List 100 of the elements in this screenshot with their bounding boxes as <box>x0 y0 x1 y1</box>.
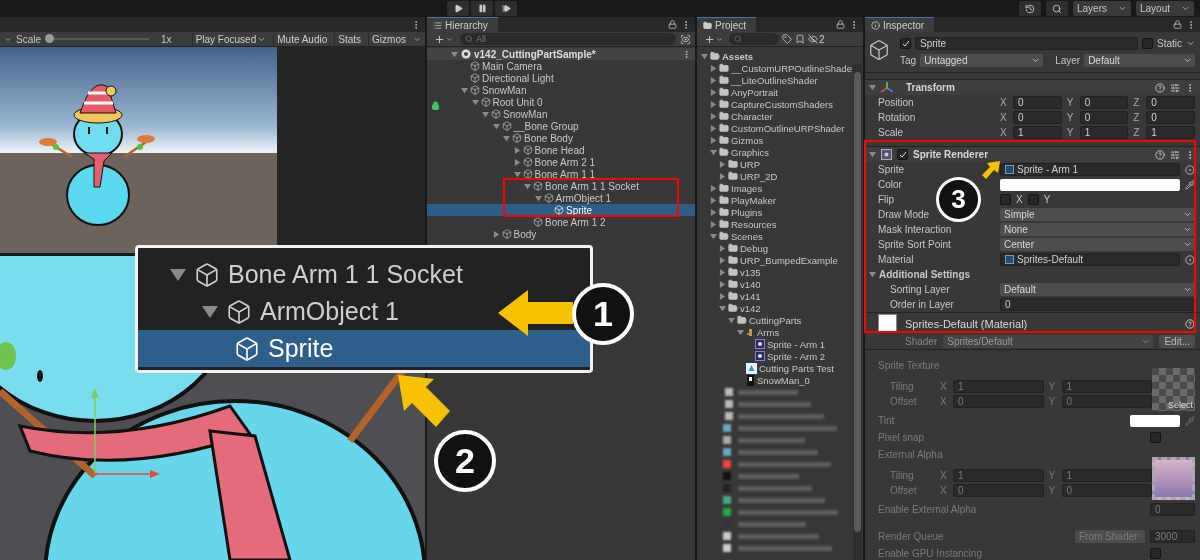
triangle-down-icon[interactable] <box>451 50 458 58</box>
tree-item[interactable]: Directional Light <box>427 72 695 84</box>
triangle-down-icon[interactable] <box>513 170 521 178</box>
triangle-down-icon[interactable] <box>710 232 717 240</box>
checkbox[interactable] <box>897 149 908 160</box>
asset-item[interactable]: CaptureCustomShaders <box>697 98 863 110</box>
play-mode-dropdown[interactable]: Play Focused <box>191 32 270 46</box>
triangle-down-icon[interactable] <box>728 316 735 324</box>
triangle-down-icon[interactable] <box>869 84 876 91</box>
asset-item[interactable]: v141 <box>697 290 863 302</box>
triangle-right-icon[interactable] <box>710 76 717 84</box>
triangle-right-icon[interactable] <box>710 64 717 72</box>
asset-item[interactable]: Scenes <box>697 230 863 242</box>
triangle-right-icon[interactable] <box>719 244 726 252</box>
search-button[interactable] <box>1046 1 1068 16</box>
lock-icon[interactable] <box>836 20 845 29</box>
triangle-down-icon[interactable] <box>710 148 717 156</box>
number-field[interactable]: 0 <box>1079 96 1129 109</box>
triangle-down-icon[interactable] <box>471 98 479 106</box>
asset-item[interactable]: v142 <box>697 302 863 314</box>
asset-item[interactable]: v135 <box>697 266 863 278</box>
triangle-down-icon[interactable] <box>170 266 186 283</box>
triangle-right-icon[interactable] <box>710 196 717 204</box>
help-icon[interactable] <box>1185 318 1195 329</box>
tree-item[interactable]: ArmObject 1 <box>138 293 407 330</box>
asset-item[interactable]: Sprite - Arm 2 <box>697 350 863 362</box>
scene-visibility-icon[interactable] <box>680 33 691 45</box>
name-field[interactable]: Sprite <box>915 37 1138 50</box>
texture-thumbnail[interactable] <box>1152 457 1195 500</box>
asset-item[interactable]: AnyPortrait <box>697 86 863 98</box>
triangle-right-icon[interactable] <box>513 158 521 166</box>
pause-button[interactable] <box>471 1 493 16</box>
asset-item[interactable]: PlayMaker <box>697 194 863 206</box>
asset-item[interactable]: Arms <box>697 326 863 338</box>
tree-item[interactable]: Bone Arm 1 2 <box>427 216 695 228</box>
asset-item[interactable]: v140 <box>697 278 863 290</box>
play-button[interactable] <box>447 1 469 16</box>
triangle-right-icon[interactable] <box>719 172 726 180</box>
asset-item[interactable]: URP_BumpedExample <box>697 254 863 266</box>
asset-item[interactable]: __LiteOutlineShader <box>697 74 863 86</box>
triangle-right-icon[interactable] <box>492 230 500 238</box>
slider-thumb[interactable] <box>45 34 55 43</box>
triangle-right-icon[interactable] <box>719 256 726 264</box>
hidden-packages-button[interactable]: 2 <box>808 32 825 46</box>
lock-icon[interactable] <box>1173 20 1182 29</box>
tree-item[interactable]: Bone Head <box>427 144 695 156</box>
inspector-tab[interactable]: Inspector <box>865 17 935 32</box>
tree-item[interactable]: Sprite <box>138 330 590 367</box>
tag-icon[interactable] <box>782 34 792 44</box>
triangle-right-icon[interactable] <box>710 208 717 216</box>
tree-item[interactable]: Bone Arm 1 1 Socket <box>427 180 695 192</box>
number-field[interactable]: 0 <box>1013 96 1062 109</box>
object-picker-icon[interactable] <box>1185 164 1195 175</box>
number-field[interactable]: 0 <box>1000 298 1195 311</box>
asset-item[interactable]: Graphics <box>697 146 863 158</box>
component-header[interactable]: Sprite Renderer <box>865 146 1200 162</box>
triangle-right-icon[interactable] <box>710 124 717 132</box>
object-field[interactable]: Sprites-Default <box>1000 253 1180 266</box>
triangle-down-icon[interactable] <box>869 151 876 158</box>
lock-icon[interactable] <box>668 20 677 29</box>
asset-item[interactable]: SnowMan_0 <box>697 374 863 386</box>
triangle-down-icon[interactable] <box>534 194 542 202</box>
asset-item[interactable]: Character <box>697 110 863 122</box>
component-header[interactable]: Transform <box>865 79 1200 95</box>
scrollbar[interactable] <box>853 64 862 560</box>
tree-item[interactable]: Main Camera <box>427 60 695 72</box>
checkbox[interactable] <box>1027 194 1039 205</box>
presets-icon[interactable] <box>1170 149 1180 160</box>
asset-item[interactable]: Sprite - Arm 1 <box>697 338 863 350</box>
number-field[interactable]: 0 <box>1013 111 1062 124</box>
checkbox[interactable] <box>900 38 911 49</box>
toolbar-button[interactable]: Mute Audio <box>273 32 331 46</box>
triangle-down-icon[interactable] <box>869 271 876 278</box>
triangle-right-icon[interactable] <box>719 160 726 168</box>
tree-item[interactable]: Bone Arm 1 1 <box>427 168 695 180</box>
triangle-down-icon[interactable] <box>719 304 726 312</box>
presets-icon[interactable] <box>1170 82 1180 93</box>
triangle-down-icon[interactable] <box>737 328 744 336</box>
tree-item[interactable]: Bone Arm 2 1 <box>427 156 695 168</box>
triangle-down-icon[interactable] <box>701 52 708 60</box>
triangle-down-icon[interactable] <box>524 182 531 190</box>
tree-item[interactable]: Sprite <box>427 204 695 216</box>
asset-item[interactable]: CuttingParts <box>697 314 863 326</box>
triangle-right-icon[interactable] <box>710 112 717 120</box>
number-field[interactable]: 1 <box>1146 126 1195 139</box>
triangle-down-icon[interactable] <box>461 86 468 94</box>
toolbar-button[interactable]: Gizmos <box>368 32 409 46</box>
search-field[interactable] <box>729 33 779 45</box>
asset-item[interactable]: Images <box>697 182 863 194</box>
dropdown[interactable]: Simple <box>1000 208 1195 221</box>
number-field[interactable]: 1 <box>1079 126 1129 139</box>
tree-item[interactable]: Bone Body <box>427 132 695 144</box>
number-field[interactable]: 0 <box>1146 111 1195 124</box>
asset-item[interactable]: __CustomURPOutlineShade <box>697 62 863 74</box>
triangle-right-icon[interactable] <box>719 292 726 300</box>
asset-item[interactable]: Cutting Parts Test <box>697 362 863 374</box>
tag-dropdown[interactable]: Untagged <box>920 54 1044 67</box>
asset-item[interactable]: Debug <box>697 242 863 254</box>
asset-item[interactable]: Assets <box>697 50 863 62</box>
layout-dropdown[interactable]: Layout <box>1136 1 1194 16</box>
